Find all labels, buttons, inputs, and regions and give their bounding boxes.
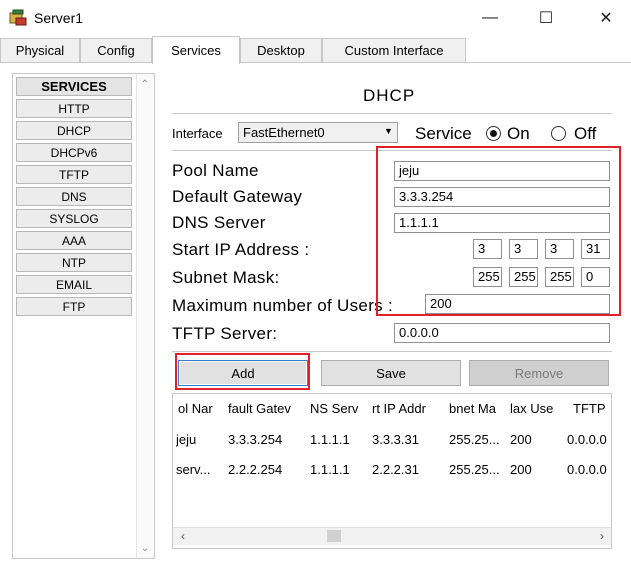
service-off-radio[interactable] — [551, 126, 566, 141]
column-header-start-ip[interactable]: rt IP Addr — [372, 401, 444, 416]
table-cell[interactable]: 1.1.1.1 — [310, 432, 366, 447]
start-ip-label: Start IP Address : — [172, 240, 310, 259]
sidebar-item-ftp[interactable]: FTP — [16, 297, 132, 316]
column-header-max-users[interactable]: lax Use — [510, 401, 562, 416]
sidebar-item-dhcpv6[interactable]: DHCPv6 — [16, 143, 132, 162]
page-title: DHCP — [363, 86, 416, 105]
close-button[interactable]: ✕ — [586, 6, 626, 30]
table-cell[interactable]: 3.3.3.31 — [372, 432, 444, 447]
table-cell[interactable]: 200 — [510, 462, 562, 477]
service-on-radio[interactable] — [486, 126, 501, 141]
highlight-box-fields — [376, 146, 621, 316]
caret-down-icon: ▼ — [384, 126, 393, 136]
divider — [172, 113, 612, 114]
pool-name-label: Pool Name — [172, 161, 259, 180]
table-cell[interactable]: 2.2.2.31 — [372, 462, 444, 477]
dns-server-label: DNS Server — [172, 213, 266, 232]
server-icon — [9, 9, 27, 26]
default-gateway-label: Default Gateway — [172, 187, 303, 206]
table-cell[interactable]: jeju — [176, 432, 224, 447]
divider — [172, 351, 612, 352]
maximize-button[interactable]: ☐ — [526, 6, 566, 30]
table-cell[interactable]: 1.1.1.1 — [310, 462, 366, 477]
scrollbar-thumb[interactable] — [327, 530, 341, 542]
column-header-dns-server[interactable]: NS Serv — [310, 401, 366, 416]
tftp-server-input[interactable]: 0.0.0.0 — [394, 323, 610, 343]
sidebar-item-aaa[interactable]: AAA — [16, 231, 132, 250]
table-cell[interactable]: 255.25... — [449, 432, 507, 447]
tab-divider — [0, 62, 631, 63]
tab-services[interactable]: Services — [152, 36, 240, 64]
tab-physical[interactable]: Physical — [0, 38, 80, 62]
service-on-label: On — [507, 124, 530, 143]
interface-select[interactable]: FastEthernet0 — [238, 122, 398, 143]
chevron-right-icon[interactable]: › — [594, 528, 610, 544]
max-users-label: Maximum number of Users : — [172, 296, 393, 315]
table-cell[interactable]: 3.3.3.254 — [228, 432, 306, 447]
sidebar-item-tftp[interactable]: TFTP — [16, 165, 132, 184]
sidebar-scrollbar[interactable] — [136, 74, 154, 558]
remove-button[interactable]: Remove — [469, 360, 609, 386]
maximize-icon: ☐ — [538, 10, 554, 27]
sidebar-item-email[interactable]: EMAIL — [16, 275, 132, 294]
sidebar-header: SERVICES — [16, 77, 132, 96]
interface-label: Interface — [172, 126, 223, 141]
table-cell[interactable]: 2.2.2.254 — [228, 462, 306, 477]
sidebar-item-dns[interactable]: DNS — [16, 187, 132, 206]
sidebar-item-http[interactable]: HTTP — [16, 99, 132, 118]
chevron-up-icon[interactable]: ⌃ — [136, 76, 154, 92]
close-icon: ✕ — [599, 10, 613, 27]
table-horizontal-scrollbar[interactable] — [173, 527, 611, 545]
column-header-subnet-mask[interactable]: bnet Ma — [449, 401, 507, 416]
table-cell[interactable]: 200 — [510, 432, 562, 447]
column-header-pool-name[interactable]: ol Nar — [178, 401, 224, 416]
service-off-label: Off — [574, 124, 597, 143]
sidebar-item-ntp[interactable]: NTP — [16, 253, 132, 272]
tab-custom-interface[interactable]: Custom Interface — [322, 38, 466, 62]
save-button[interactable]: Save — [321, 360, 461, 386]
tftp-server-label: TFTP Server: — [172, 324, 278, 343]
tab-desktop[interactable]: Desktop — [240, 38, 322, 62]
column-header-default-gateway[interactable]: fault Gatev — [228, 401, 306, 416]
window-title: Server1 — [34, 10, 84, 26]
chevron-down-icon[interactable]: ⌄ — [136, 540, 154, 556]
subnet-mask-label: Subnet Mask: — [172, 268, 280, 287]
highlight-box-add-button — [175, 353, 310, 390]
minimize-icon: — — [482, 9, 498, 26]
table-cell[interactable]: 0.0.0.0 — [567, 462, 611, 477]
sidebar-item-syslog[interactable]: SYSLOG — [16, 209, 132, 228]
chevron-left-icon[interactable]: ‹ — [175, 528, 191, 544]
tab-config[interactable]: Config — [80, 38, 152, 62]
table-cell[interactable]: 255.25... — [449, 462, 507, 477]
sidebar-item-dhcp[interactable]: DHCP — [16, 121, 132, 140]
column-header-tftp[interactable]: TFTP — [573, 401, 611, 416]
table-cell[interactable]: serv... — [176, 462, 224, 477]
service-label: Service — [415, 124, 472, 143]
table-cell[interactable]: 0.0.0.0 — [567, 432, 611, 447]
minimize-button[interactable]: — — [470, 6, 510, 30]
